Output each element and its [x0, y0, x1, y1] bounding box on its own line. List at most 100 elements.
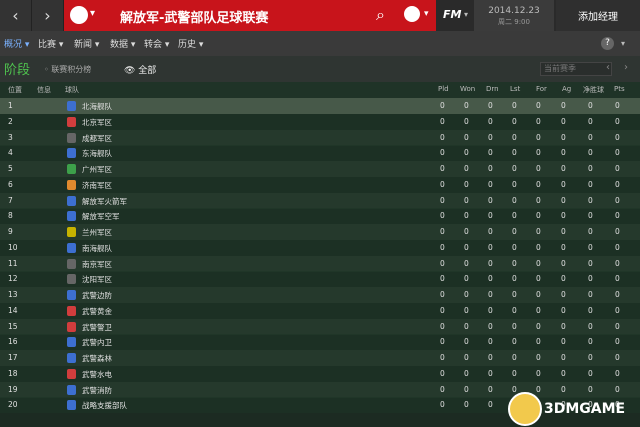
header-lost[interactable]: Lst [510, 85, 520, 93]
team-crest-icon [67, 290, 76, 300]
table-row[interactable]: 19 武警消防 0 0 0 0 0 0 0 0 [0, 381, 640, 398]
row-team-name[interactable]: 北海舰队 [82, 101, 112, 112]
row-stat: 0 [615, 242, 620, 252]
table-row[interactable]: 9 兰州军区 0 0 0 0 0 0 0 0 [0, 224, 640, 240]
row-team-name[interactable]: 武警警卫 [82, 322, 112, 333]
back-button[interactable]: ‹ [0, 0, 32, 31]
header-goal-difference[interactable]: 净胜球 [583, 85, 604, 95]
row-position: 9 [8, 227, 13, 236]
row-team-name[interactable]: 战略支援部队 [82, 400, 127, 411]
row-team-name[interactable]: 沈阳军区 [82, 274, 112, 285]
header-drawn[interactable]: Drn [486, 85, 499, 93]
header-won[interactable]: Won [460, 85, 475, 93]
team-crest-icon [67, 353, 76, 363]
table-row[interactable]: 10 南海舰队 0 0 0 0 0 0 0 0 [0, 239, 640, 256]
menu-transfers[interactable]: 转会 ▾ [144, 37, 169, 50]
row-team-name[interactable]: 南京军区 [82, 259, 112, 270]
competition-logo-icon[interactable] [70, 6, 88, 24]
table-row[interactable]: 6 济南军区 0 0 0 0 0 0 0 0 [0, 176, 640, 193]
menu-history[interactable]: 历史 ▾ [178, 37, 203, 50]
table-row[interactable]: 18 武警水电 0 0 0 0 0 0 0 0 [0, 365, 640, 382]
table-row[interactable]: 12 沈阳军区 0 0 0 0 0 0 0 0 [0, 271, 640, 288]
table-row[interactable]: 5 广州军区 0 0 0 0 0 0 0 0 [0, 161, 640, 177]
row-team-name[interactable]: 解放军空军 [82, 211, 120, 222]
next-arrow-icon[interactable]: › [620, 62, 632, 76]
header-played[interactable]: Pld [438, 85, 449, 93]
chevron-down-icon[interactable]: ▾ [424, 9, 429, 19]
row-stat: 0 [464, 337, 469, 347]
row-stat: 0 [536, 321, 541, 331]
row-team-name[interactable]: 武警内卫 [82, 337, 112, 348]
row-team-name[interactable]: 济南军区 [82, 180, 112, 191]
row-team-name[interactable]: 东海舰队 [82, 148, 112, 159]
menu-news[interactable]: 新闻 ▾ [74, 37, 99, 50]
table-row[interactable]: 14 武警黄金 0 0 0 0 0 0 0 0 [0, 302, 640, 319]
row-stat: 0 [615, 195, 620, 205]
table-row[interactable]: 3 成都军区 0 0 0 0 0 0 0 0 [0, 129, 640, 146]
chevron-down-icon[interactable]: ▾ [621, 39, 625, 48]
header-position[interactable]: 位置 [8, 85, 22, 95]
header-for[interactable]: For [536, 85, 547, 93]
row-stat: 0 [464, 179, 469, 189]
forward-button[interactable]: › [32, 0, 64, 31]
row-stat: 0 [440, 101, 445, 110]
row-team-name[interactable]: 武警水电 [82, 369, 112, 380]
table-row[interactable]: 8 解放军空军 0 0 0 0 0 0 0 0 [0, 208, 640, 225]
row-stat: 0 [512, 290, 517, 299]
row-position: 3 [8, 132, 13, 142]
chevron-down-icon[interactable]: ▾ [90, 8, 95, 19]
row-stat: 0 [561, 353, 566, 362]
row-stat: 0 [536, 164, 541, 173]
header-points[interactable]: Pts [614, 85, 625, 93]
row-stat: 0 [588, 353, 593, 362]
row-team-name[interactable]: 解放军火箭军 [82, 196, 127, 207]
row-team-name[interactable]: 兰州军区 [82, 227, 112, 238]
header-against[interactable]: Ag [562, 85, 571, 93]
table-header: 位置 信息 球队 Pld Won Drn Lst For Ag 净胜球 Pts [0, 82, 640, 98]
table-row[interactable]: 16 武警内卫 0 0 0 0 0 0 0 0 [0, 334, 640, 351]
row-team-name[interactable]: 南海舰队 [82, 243, 112, 254]
date-display: 2014.12.23 周二 9:00 [474, 0, 554, 31]
row-stat: 0 [440, 211, 445, 221]
filter-all-dropdown[interactable]: 👁 全部 [124, 63, 156, 76]
row-stat: 0 [536, 227, 541, 236]
menu-matches[interactable]: 比赛 ▾ [38, 37, 63, 50]
table-row[interactable]: 1 北海舰队 0 0 0 0 0 0 0 0 [0, 98, 640, 114]
team-crest-icon [67, 400, 76, 411]
table-row[interactable]: 13 武警边防 0 0 0 0 0 0 0 0 [0, 287, 640, 303]
add-manager-button[interactable]: 添加经理 [556, 0, 640, 31]
globe-icon[interactable] [404, 6, 420, 22]
table-row[interactable]: 17 武警森林 0 0 0 0 0 0 0 0 [0, 350, 640, 366]
chevron-down-icon[interactable]: ▾ [464, 10, 468, 19]
row-stat: 0 [440, 242, 445, 252]
row-stat: 0 [464, 132, 469, 142]
header-team[interactable]: 球队 [65, 85, 79, 95]
table-row[interactable]: 7 解放军火箭军 0 0 0 0 0 0 0 0 [0, 192, 640, 209]
row-team-name[interactable]: 武警消防 [82, 385, 112, 396]
row-team-name[interactable]: 成都军区 [82, 133, 112, 144]
menu-overview[interactable]: 概况 ▾ [4, 37, 29, 50]
previous-arrow-icon[interactable]: ‹ [602, 62, 614, 76]
row-team-name[interactable]: 武警黄金 [82, 306, 112, 317]
help-icon[interactable]: ? [601, 37, 614, 50]
date-text: 2014.12.23 [488, 6, 540, 16]
search-icon[interactable]: ⌕ [376, 5, 385, 25]
league-table-button[interactable]: ◦ 联赛积分榜 [44, 64, 91, 75]
table-row[interactable]: 2 北京军区 0 0 0 0 0 0 0 0 [0, 113, 640, 130]
row-stat: 0 [464, 164, 469, 173]
table-row[interactable]: 11 南京军区 0 0 0 0 0 0 0 0 [0, 255, 640, 272]
header-info[interactable]: 信息 [37, 85, 51, 95]
row-stat: 0 [440, 353, 445, 362]
menu-stats[interactable]: 数据 ▾ [110, 37, 135, 50]
row-stat: 0 [488, 195, 493, 205]
row-stat: 0 [512, 116, 517, 126]
row-team-name[interactable]: 武警边防 [82, 290, 112, 301]
team-crest-icon [67, 132, 76, 143]
table-row[interactable]: 15 武警警卫 0 0 0 0 0 0 0 0 [0, 318, 640, 335]
row-team-name[interactable]: 武警森林 [82, 353, 112, 364]
row-team-name[interactable]: 广州军区 [82, 164, 112, 175]
row-team-name[interactable]: 北京军区 [82, 117, 112, 128]
table-row[interactable]: 4 东海舰队 0 0 0 0 0 0 0 0 [0, 145, 640, 162]
fm-logo[interactable]: FM [443, 8, 461, 21]
row-stat: 0 [440, 305, 445, 315]
